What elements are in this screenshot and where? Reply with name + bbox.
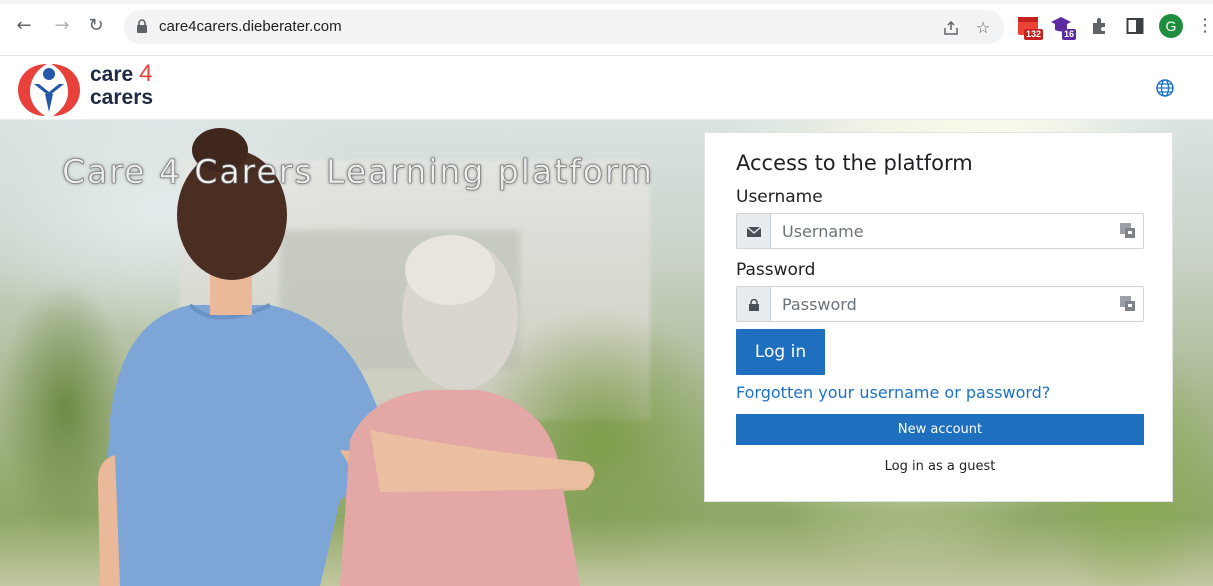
globe-language-icon[interactable] [1155,78,1175,98]
password-label: Password [736,260,816,280]
logo-word-care: care [90,63,134,86]
back-arrow-icon[interactable]: ← [12,14,36,38]
extension-badge: 132 [1023,29,1043,40]
password-input-group [736,286,1144,322]
lock-icon[interactable] [136,19,148,33]
forward-arrow-icon[interactable]: → [50,14,74,38]
login-button[interactable]: Log in [736,329,825,375]
padlock-icon [749,299,759,311]
hero-title: Care 4 Carers Learning platform [62,152,655,192]
password-input[interactable] [770,286,1144,322]
url-text[interactable]: care4carers.dieberater.com [159,18,342,35]
forgot-credentials-link[interactable]: Forgotten your username or password? [736,383,1050,402]
reload-icon[interactable]: ↻ [84,14,108,38]
password-manager-icon[interactable] [1120,296,1135,311]
username-input[interactable] [770,213,1144,249]
calendar-extension-icon[interactable]: 132 [1017,14,1043,40]
new-account-button[interactable]: New account [736,414,1144,445]
side-panel-icon[interactable] [1126,17,1144,35]
puzzle-extensions-icon[interactable] [1090,16,1110,36]
site-header: care 4 carers [0,56,1213,120]
care4carers-logo[interactable] [14,60,84,118]
login-heading: Access to the platform [736,151,973,175]
tab-strip-edge [0,0,1213,4]
username-input-group [736,213,1144,249]
logo-number-four: 4 [139,60,153,87]
username-label: Username [736,187,823,207]
logo-wordmark[interactable]: care 4 carers [90,60,154,110]
kebab-menu-icon[interactable]: ⋮ [1196,14,1213,38]
profile-avatar[interactable]: G [1159,14,1183,38]
envelope-icon [747,227,761,237]
password-manager-icon[interactable] [1120,223,1135,238]
password-addon [736,286,770,322]
bookmark-star-icon[interactable]: ☆ [974,19,992,37]
logo-word-carers: carers [90,86,154,109]
extension-badge: 16 [1061,29,1076,40]
share-icon[interactable] [942,19,960,37]
guest-login-link[interactable]: Log in as a guest [736,459,1144,474]
login-card: Access to the platform Username Password [704,132,1173,502]
graduation-extension-icon[interactable]: 16 [1050,14,1076,40]
browser-toolbar: ← → ↻ care4carers.dieberater.com ☆ 132 1… [0,0,1213,56]
address-bar[interactable]: care4carers.dieberater.com ☆ [124,10,1004,44]
username-addon [736,213,770,249]
